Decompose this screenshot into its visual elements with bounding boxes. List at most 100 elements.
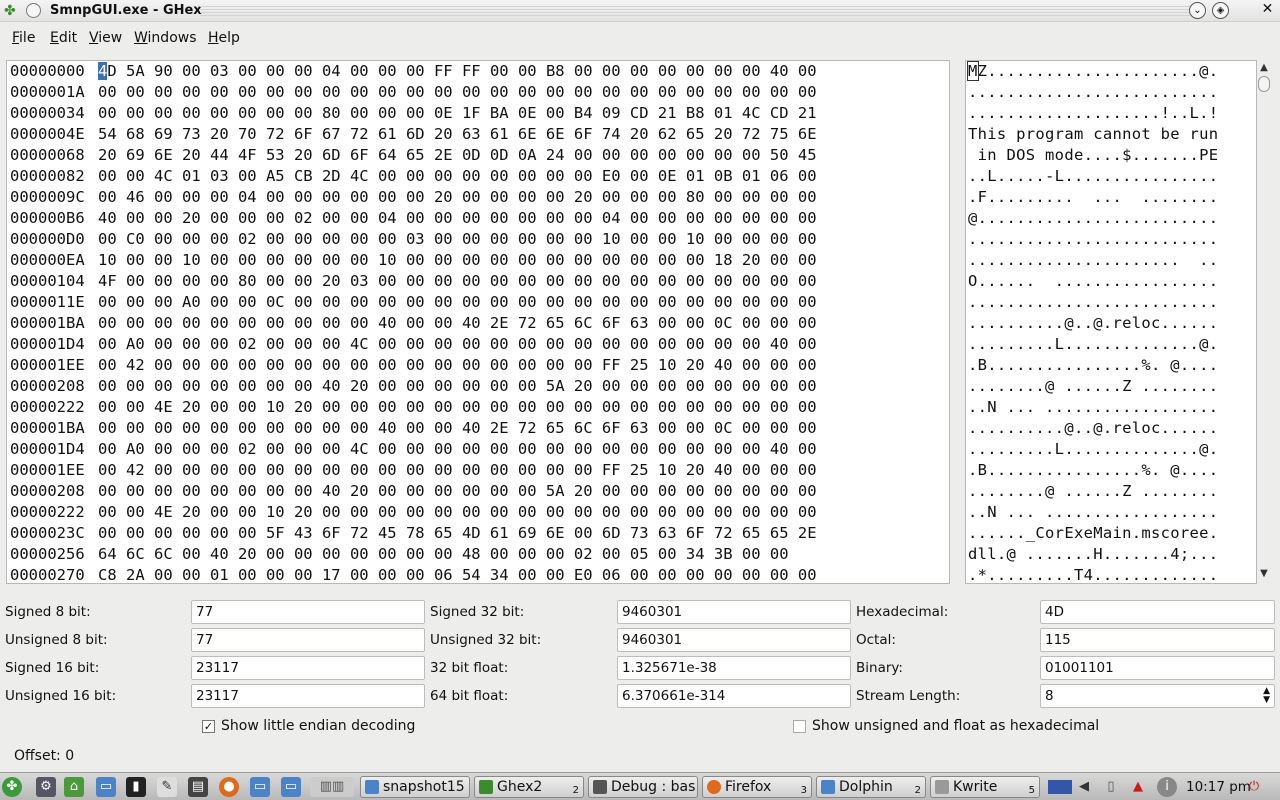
ascii-row[interactable]: in DOS mode....$.......PE [966, 145, 1256, 166]
unsigned-32-field[interactable]: 9460301 [617, 628, 851, 652]
keyboard-layout-flag-icon[interactable] [1048, 780, 1072, 794]
clock[interactable]: 10:17 pm [1186, 779, 1251, 795]
ascii-row[interactable]: .F......... ... ........ [966, 187, 1256, 208]
close-button[interactable]: ✕ [1259, 2, 1276, 19]
ascii-row[interactable]: ..N ... .................. [966, 502, 1256, 523]
hex-row[interactable]: 00000270 C8 2A 00 00 01 00 00 00 17 00 00… [7, 565, 949, 583]
hex-row[interactable]: 00000222 00 00 4E 20 00 00 10 20 00 00 00… [7, 502, 949, 523]
hex-row[interactable]: 00000104 4F 00 00 00 00 80 00 00 20 03 00… [7, 271, 949, 292]
ascii-row[interactable]: .......................... [966, 229, 1256, 250]
ascii-row[interactable]: ........@ ......Z ........ [966, 481, 1256, 502]
hex-view[interactable]: 00000000 4D 5A 90 00 03 00 00 00 04 00 00… [6, 60, 950, 584]
hex-row[interactable]: 000001BA 00 00 00 00 00 00 00 00 00 00 40… [7, 418, 949, 439]
monitor-icon[interactable]: ▤ [188, 777, 208, 797]
unsigned-16-field[interactable]: 23117 [191, 684, 425, 708]
row-bytes[interactable]: 00 A0 00 00 00 02 00 00 00 4C 00 00 00 0… [98, 335, 817, 353]
warning-icon[interactable]: ▲ [1128, 777, 1148, 797]
hex-row[interactable]: 000001EE 00 42 00 00 00 00 00 00 00 00 00… [7, 355, 949, 376]
row-bytes[interactable]: 00 00 00 00 00 00 00 00 00 00 40 00 00 4… [98, 314, 817, 332]
octal-field[interactable]: 115 [1040, 628, 1275, 652]
folder-icon[interactable]: ▭ [250, 777, 270, 797]
unsigned-8-field[interactable]: 77 [191, 628, 425, 652]
float-64-field[interactable]: 6.370661e-314 [617, 684, 851, 708]
home-icon[interactable]: ⌂ [64, 777, 84, 797]
ascii-row[interactable]: ........@ ......Z ........ [966, 376, 1256, 397]
hex-row[interactable]: 000001D4 00 A0 00 00 00 02 00 00 00 4C 00… [7, 439, 949, 460]
signed-8-field[interactable]: 77 [191, 600, 425, 624]
row-bytes[interactable]: 00 00 00 A0 00 00 0C 00 00 00 00 00 00 0… [98, 293, 817, 311]
row-bytes[interactable]: C8 2A 00 00 01 00 00 00 17 00 00 00 06 5… [98, 566, 817, 583]
minimize-button[interactable]: ⌄ [1189, 2, 1206, 19]
hex-row[interactable]: 00000222 00 00 4E 20 00 00 10 20 00 00 00… [7, 397, 949, 418]
hex-row[interactable]: 000000D0 00 C0 00 00 00 02 00 00 00 00 00… [7, 229, 949, 250]
ascii-row[interactable]: ....................!..L.! [966, 103, 1256, 124]
row-bytes[interactable]: 4D 5A 90 00 03 00 00 00 04 00 00 00 FF F… [98, 62, 817, 80]
task-snapshot[interactable]: snapshot15 [360, 776, 470, 798]
scroll-down-icon[interactable]: ▼ [1258, 568, 1270, 580]
ascii-row[interactable]: ...................... .. [966, 250, 1256, 271]
little-endian-label[interactable]: Show little endian decoding [221, 718, 415, 734]
ascii-row[interactable]: .B................%. @.... [966, 460, 1256, 481]
hex-row[interactable]: 0000023C 00 00 00 00 00 00 5F 43 6F 72 45… [7, 523, 949, 544]
menu-windows[interactable]: Windows [134, 30, 197, 46]
unsigned-hex-checkbox[interactable] [793, 720, 806, 733]
row-bytes[interactable]: 00 00 4C 01 03 00 A5 CB 2D 4C 00 00 00 0… [98, 167, 817, 185]
hex-row[interactable]: 000001BA 00 00 00 00 00 00 00 00 00 00 40… [7, 313, 949, 334]
ascii-row[interactable]: This program cannot be run [966, 124, 1256, 145]
file-manager-icon[interactable]: ▭ [96, 777, 116, 797]
hex-row[interactable]: 0000004E 54 68 69 73 20 70 72 6F 67 72 61… [7, 124, 949, 145]
ascii-row[interactable]: .*.........T4............. [966, 565, 1256, 583]
ascii-row[interactable]: ..........@..@.reloc...... [966, 313, 1256, 334]
hex-row[interactable]: 000001D4 00 A0 00 00 00 02 00 00 00 4C 00… [7, 334, 949, 355]
row-bytes[interactable]: 00 C0 00 00 00 02 00 00 00 00 00 03 00 0… [98, 230, 817, 248]
task-kwrite[interactable]: Kwrite 5 [930, 776, 1040, 798]
ascii-row[interactable]: ..........@..@.reloc...... [966, 418, 1256, 439]
ascii-row[interactable]: @......................... [966, 208, 1256, 229]
vertical-scrollbar[interactable]: ▲ ▼ [1257, 60, 1271, 584]
menu-view[interactable]: View [89, 30, 122, 46]
maximize-button[interactable]: ◈ [1212, 2, 1229, 19]
firefox-icon[interactable]: ● [219, 777, 239, 797]
network-folder-icon[interactable]: ▭ [281, 777, 301, 797]
hex-row[interactable]: 00000208 00 00 00 00 00 00 00 00 40 20 00… [7, 376, 949, 397]
ascii-row[interactable]: O...... ................. [966, 271, 1256, 292]
ascii-view[interactable]: MZ......................@...............… [965, 60, 1257, 584]
row-bytes[interactable]: 4F 00 00 00 00 80 00 00 20 03 00 00 00 0… [98, 272, 817, 290]
row-bytes[interactable]: 00 A0 00 00 00 02 00 00 00 4C 00 00 00 0… [98, 440, 817, 458]
hex-row[interactable]: 0000001A 00 00 00 00 00 00 00 00 00 00 00… [7, 82, 949, 103]
ascii-row[interactable]: ......_CorExeMain.mscoree. [966, 523, 1256, 544]
little-endian-checkbox[interactable]: ✓ [202, 720, 215, 733]
row-bytes[interactable]: 00 00 4E 20 00 00 10 20 00 00 00 00 00 0… [98, 503, 817, 521]
task-debug[interactable]: Debug : bas [588, 776, 698, 798]
ascii-row[interactable]: ..N ... .................. [966, 397, 1256, 418]
task-dolphin[interactable]: Dolphin 2 [816, 776, 926, 798]
signed-32-field[interactable]: 9460301 [617, 600, 851, 624]
ascii-row[interactable]: ..L.....-L................ [966, 166, 1256, 187]
row-bytes[interactable]: 00 00 00 00 00 00 00 00 40 20 00 00 00 0… [98, 482, 817, 500]
clipboard-icon[interactable]: ▯ [1101, 777, 1121, 797]
info-icon[interactable]: i [1157, 777, 1177, 797]
unsigned-hex-label[interactable]: Show unsigned and float as hexadecimal [812, 718, 1099, 734]
ascii-row[interactable]: .........L..............@. [966, 334, 1256, 355]
row-bytes[interactable]: 64 6C 6C 00 40 20 00 00 00 00 00 00 00 4… [98, 545, 789, 563]
row-bytes[interactable]: 00 00 00 00 00 00 00 00 40 20 00 00 00 0… [98, 377, 817, 395]
stream-length-spinner[interactable]: 8 ▲ ▼ [1040, 684, 1275, 708]
terminal-icon[interactable]: ▮ [126, 777, 146, 797]
task-firefox[interactable]: Firefox 3 [702, 776, 812, 798]
menu-file[interactable]: File [12, 30, 35, 46]
title-bar[interactable]: ✤ SmnpGUI.exe - GHex ⌄ ◈ ✕ [0, 0, 1280, 22]
hex-row[interactable]: 0000011E 00 00 00 A0 00 00 0C 00 00 00 00… [7, 292, 949, 313]
desktop-pager-icon[interactable]: ▥▥ [310, 777, 354, 797]
row-bytes[interactable]: 00 00 00 00 00 00 00 00 80 00 00 00 0E 1… [98, 104, 817, 122]
window-menu-button[interactable] [26, 3, 41, 18]
volume-icon[interactable]: ◀ [1074, 777, 1094, 797]
menu-edit[interactable]: Edit [50, 30, 77, 46]
hex-row[interactable]: 00000034 00 00 00 00 00 00 00 00 80 00 00… [7, 103, 949, 124]
ascii-row[interactable]: .B................%. @.... [966, 355, 1256, 376]
ascii-row[interactable]: .......................... [966, 292, 1256, 313]
hex-row[interactable]: 000001EE 00 42 00 00 00 00 00 00 00 00 00… [7, 460, 949, 481]
spin-arrows-icon[interactable]: ▲ ▼ [1263, 687, 1270, 705]
row-bytes[interactable]: 00 46 00 00 00 04 00 00 00 00 00 00 20 0… [98, 188, 817, 206]
ascii-row[interactable]: MZ......................@. [966, 61, 1256, 82]
binary-field[interactable]: 01001101 [1040, 656, 1275, 680]
